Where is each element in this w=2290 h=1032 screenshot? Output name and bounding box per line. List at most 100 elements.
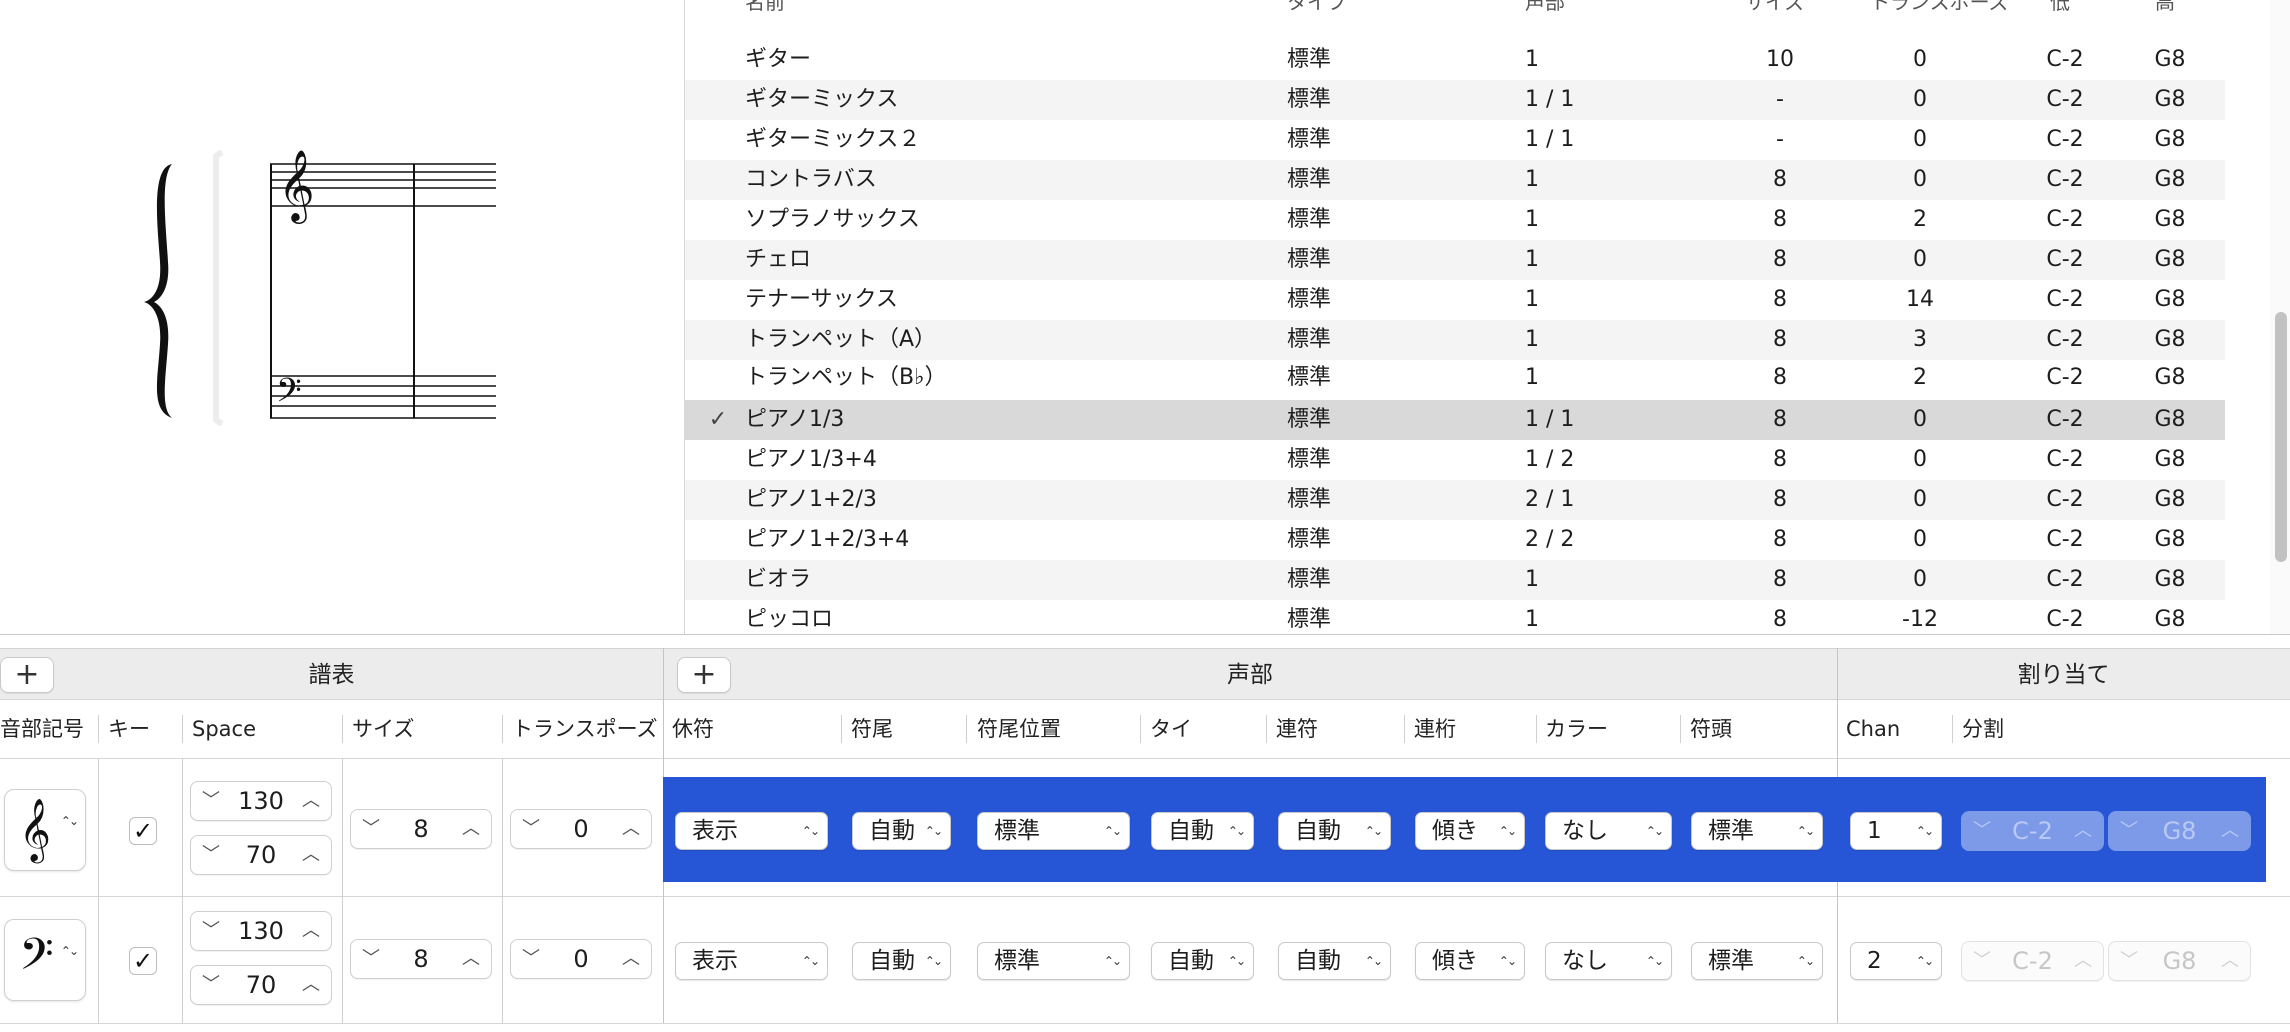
key-checkbox[interactable]: ✓ bbox=[129, 817, 157, 845]
notehead-popup[interactable]: 標準 ⌃⌄ bbox=[1691, 812, 1823, 850]
beam-popup[interactable]: 傾き ⌃⌄ bbox=[1415, 942, 1525, 980]
space-top-stepper[interactable]: ﹀ 130 ︿ bbox=[190, 911, 332, 951]
decrement-chevron-icon[interactable]: ﹀ bbox=[519, 940, 543, 978]
increment-chevron-icon[interactable]: ︿ bbox=[299, 782, 323, 820]
increment-chevron-icon[interactable]: ︿ bbox=[459, 810, 483, 848]
row-high: G8 bbox=[2154, 47, 2186, 72]
clef-selector[interactable]: 𝄢 ⌃⌄ bbox=[4, 919, 86, 1001]
channel-popup[interactable]: 1 ⌃⌄ bbox=[1850, 812, 1942, 850]
header-low[interactable]: 低 bbox=[2050, 0, 2070, 15]
row-transpose: 2 bbox=[1913, 365, 1927, 390]
stem-position-popup[interactable]: 標準 ⌃⌄ bbox=[977, 942, 1130, 980]
color-popup[interactable]: なし ⌃⌄ bbox=[1545, 942, 1672, 980]
table-row[interactable]: コントラバス 標準 1 8 0 C-2 G8 bbox=[685, 160, 2225, 200]
size-stepper[interactable]: ﹀ 8 ︿ bbox=[350, 809, 492, 849]
table-row[interactable]: ギターミックス２ 標準 1 / 1 - 0 C-2 G8 bbox=[685, 120, 2225, 160]
table-row[interactable]: ソプラノサックス 標準 1 8 2 C-2 G8 bbox=[685, 200, 2225, 240]
increment-chevron-icon[interactable]: ︿ bbox=[619, 810, 643, 848]
split-low-stepper-value: C-2 bbox=[2012, 817, 2053, 845]
row-type: 標準 bbox=[1287, 87, 1332, 112]
transpose-stepper[interactable]: ﹀ 0 ︿ bbox=[510, 939, 652, 979]
scrollbar-thumb[interactable] bbox=[2275, 312, 2287, 562]
split-low-stepper: ﹀ C-2 ︿ bbox=[1961, 811, 2104, 851]
row-low: C-2 bbox=[2046, 287, 2084, 312]
table-row[interactable]: テナーサックス 標準 1 8 14 C-2 G8 bbox=[685, 280, 2225, 320]
table-row[interactable]: トランペット（A） 標準 1 8 3 C-2 G8 bbox=[685, 320, 2225, 360]
table-row[interactable]: ギターミックス 標準 1 / 1 - 0 C-2 G8 bbox=[685, 80, 2225, 120]
key-checkbox[interactable]: ✓ bbox=[129, 947, 157, 975]
tuplet-popup[interactable]: 自動 ⌃⌄ bbox=[1278, 942, 1391, 980]
channel-popup-value: 1 bbox=[1867, 818, 1882, 844]
decrement-chevron-icon[interactable]: ﹀ bbox=[199, 836, 223, 874]
table-row[interactable]: ピアノ1+2/3+4 標準 2 / 2 8 0 C-2 G8 bbox=[685, 520, 2225, 560]
notehead-popup-value: 標準 bbox=[1708, 948, 1754, 974]
row-type: 標準 bbox=[1287, 447, 1332, 472]
decrement-chevron-icon[interactable]: ﹀ bbox=[199, 912, 223, 950]
space-top-stepper-value: 130 bbox=[238, 917, 284, 945]
color-popup[interactable]: なし ⌃⌄ bbox=[1545, 812, 1672, 850]
add-staff-button[interactable]: + bbox=[0, 657, 54, 693]
rest-popup-value: 表示 bbox=[692, 948, 738, 974]
assign-group-title: 割り当て bbox=[2017, 662, 2110, 688]
space-bottom-stepper[interactable]: ﹀ 70 ︿ bbox=[190, 965, 332, 1005]
add-voice-button[interactable]: + bbox=[677, 657, 731, 693]
tie-popup[interactable]: 自動 ⌃⌄ bbox=[1151, 812, 1254, 850]
row-type: 標準 bbox=[1287, 607, 1332, 632]
space-bottom-stepper[interactable]: ﹀ 70 ︿ bbox=[190, 835, 332, 875]
rest-popup[interactable]: 表示 ⌃⌄ bbox=[675, 812, 828, 850]
rest-popup[interactable]: 表示 ⌃⌄ bbox=[675, 942, 828, 980]
row-name: ビオラ bbox=[745, 567, 812, 592]
split-high-stepper: ﹀ G8 ︿ bbox=[2108, 811, 2251, 851]
decrement-chevron-icon[interactable]: ﹀ bbox=[199, 782, 223, 820]
row-low: C-2 bbox=[2046, 207, 2084, 232]
col-color: カラー bbox=[1545, 717, 1608, 741]
vertical-scrollbar[interactable] bbox=[2270, 0, 2290, 634]
increment-chevron-icon[interactable]: ︿ bbox=[619, 940, 643, 978]
increment-chevron-icon[interactable]: ︿ bbox=[299, 912, 323, 950]
stem-popup[interactable]: 自動 ⌃⌄ bbox=[852, 942, 951, 980]
header-voice[interactable]: 声部 bbox=[1525, 0, 1565, 15]
updown-chevron-icon: ⌃⌄ bbox=[801, 824, 820, 838]
notehead-popup-value: 標準 bbox=[1708, 818, 1754, 844]
table-row[interactable]: チェロ 標準 1 8 0 C-2 G8 bbox=[685, 240, 2225, 280]
col-size: サイズ bbox=[352, 717, 415, 741]
decrement-chevron-icon[interactable]: ﹀ bbox=[199, 966, 223, 1004]
increment-chevron-icon[interactable]: ︿ bbox=[459, 940, 483, 978]
transpose-stepper[interactable]: ﹀ 0 ︿ bbox=[510, 809, 652, 849]
tie-popup[interactable]: 自動 ⌃⌄ bbox=[1151, 942, 1254, 980]
increment-chevron-icon[interactable]: ︿ bbox=[299, 966, 323, 1004]
header-high[interactable]: 高 bbox=[2155, 0, 2175, 15]
row-size: 8 bbox=[1773, 327, 1787, 352]
beam-popup[interactable]: 傾き ⌃⌄ bbox=[1415, 812, 1525, 850]
increment-chevron-icon[interactable]: ︿ bbox=[299, 836, 323, 874]
updown-chevron-icon: ⌃⌄ bbox=[1645, 954, 1664, 968]
header-size[interactable]: サイズ bbox=[1745, 0, 1804, 15]
header-name[interactable]: 名前 bbox=[745, 0, 785, 15]
decrement-chevron-icon[interactable]: ﹀ bbox=[359, 940, 383, 978]
bass-clef-icon: 𝄢 bbox=[19, 928, 54, 991]
table-row[interactable]: ビオラ 標準 1 8 0 C-2 G8 bbox=[685, 560, 2225, 600]
table-row[interactable]: ギター 標準 1 10 0 C-2 G8 bbox=[685, 40, 2225, 80]
table-row[interactable]: トランペット（B♭） 標準 1 8 2 C-2 G8 bbox=[685, 358, 2225, 398]
stem-position-popup[interactable]: 標準 ⌃⌄ bbox=[977, 812, 1130, 850]
table-row[interactable]: ピアノ1+2/3 標準 2 / 1 8 0 C-2 G8 bbox=[685, 480, 2225, 520]
table-row[interactable]: ✓ ピアノ1/3 標準 1 / 1 8 0 C-2 G8 bbox=[685, 400, 2225, 440]
decrement-chevron-icon[interactable]: ﹀ bbox=[359, 810, 383, 848]
decrement-chevron-icon: ﹀ bbox=[2120, 950, 2138, 971]
decrement-chevron-icon[interactable]: ﹀ bbox=[519, 810, 543, 848]
table-row[interactable]: ピアノ1/3+4 標準 1 / 2 8 0 C-2 G8 bbox=[685, 440, 2225, 480]
header-type[interactable]: タイプ bbox=[1287, 0, 1347, 15]
assign-group-header: 割り当て bbox=[1837, 648, 2290, 700]
row-type: 標準 bbox=[1287, 487, 1332, 512]
size-stepper[interactable]: ﹀ 8 ︿ bbox=[350, 939, 492, 979]
channel-popup[interactable]: 2 ⌃⌄ bbox=[1850, 942, 1942, 980]
stem-popup[interactable]: 自動 ⌃⌄ bbox=[852, 812, 951, 850]
row-high: G8 bbox=[2154, 487, 2186, 512]
clef-selector[interactable]: 𝄞 ⌃⌄ bbox=[4, 789, 86, 871]
tuplet-popup[interactable]: 自動 ⌃⌄ bbox=[1278, 812, 1391, 850]
header-transpose[interactable]: トランスポーズ bbox=[1870, 0, 2009, 15]
notehead-popup[interactable]: 標準 ⌃⌄ bbox=[1691, 942, 1823, 980]
row-voice: 1 bbox=[1525, 47, 1539, 72]
space-top-stepper[interactable]: ﹀ 130 ︿ bbox=[190, 781, 332, 821]
table-row[interactable]: ピッコロ 標準 1 8 -12 C-2 G8 bbox=[685, 600, 2225, 634]
